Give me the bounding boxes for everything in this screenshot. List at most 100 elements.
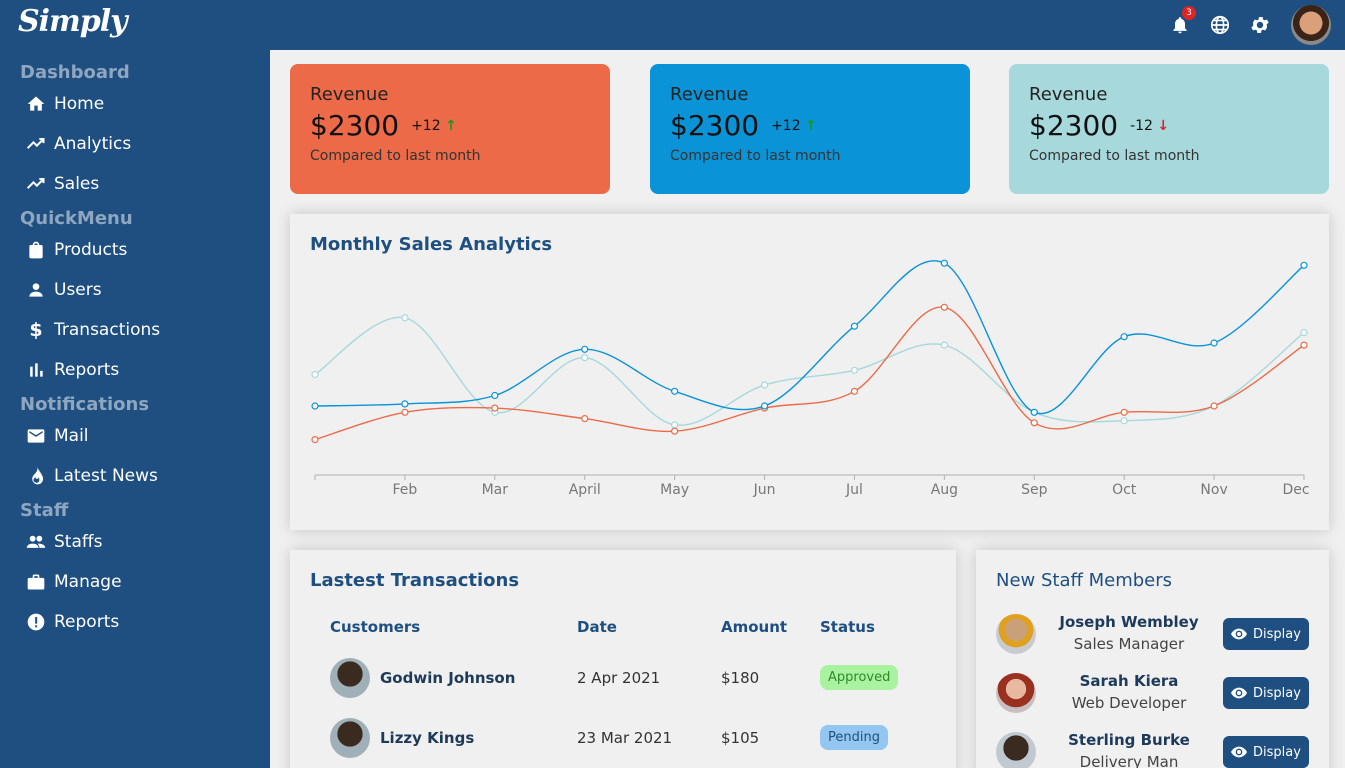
- x-tick-label: Jun: [753, 482, 776, 498]
- card-value: $2300: [310, 109, 400, 142]
- data-point[interactable]: [401, 314, 409, 322]
- transaction-date: 23 Mar 2021: [577, 729, 673, 747]
- data-point[interactable]: [1030, 408, 1038, 416]
- data-point[interactable]: [491, 391, 499, 400]
- data-point[interactable]: [940, 259, 948, 267]
- sales-line-chart: Feb Mar April May Jun Jul Aug Sep Oct Nov Dec: [311, 259, 1310, 498]
- data-point[interactable]: [401, 408, 409, 416]
- data-point[interactable]: [311, 370, 319, 379]
- data-point[interactable]: [581, 345, 589, 353]
- card-title: Revenue: [310, 84, 389, 105]
- settings-gear-icon[interactable]: [1249, 14, 1271, 36]
- dollar-icon: $: [29, 319, 43, 341]
- card-value: $2300: [1029, 109, 1119, 142]
- display-button[interactable]: Display: [1223, 677, 1309, 709]
- data-point[interactable]: [671, 427, 679, 435]
- customer-name: Lizzy Kings: [380, 729, 475, 747]
- person-icon: [26, 280, 46, 300]
- sidebar-item-staff-reports[interactable]: Reports: [26, 612, 119, 632]
- display-button[interactable]: Display: [1223, 618, 1309, 650]
- data-point[interactable]: [850, 387, 859, 395]
- data-point[interactable]: [581, 415, 589, 423]
- data-point[interactable]: [850, 366, 859, 374]
- data-point[interactable]: [401, 400, 409, 408]
- revenue-card: Revenue $2300 +12 ↑ Compared to last mon…: [650, 64, 970, 194]
- display-button-label: Display: [1253, 744, 1301, 760]
- data-point[interactable]: [760, 402, 769, 410]
- sidebar-item-manage[interactable]: Manage: [26, 572, 122, 592]
- transaction-amount: $180: [721, 669, 760, 687]
- sidebar-item-label: Mail: [54, 426, 89, 446]
- staff-avatar: [996, 673, 1036, 713]
- data-point[interactable]: [1300, 328, 1308, 337]
- header-status: Status: [820, 618, 875, 636]
- data-point[interactable]: [940, 341, 948, 349]
- card-compare: Compared to last month: [310, 148, 481, 164]
- sidebar-item-mail[interactable]: Mail: [26, 426, 89, 446]
- top-icons: 3: [1169, 5, 1331, 45]
- staff-name: Joseph Wembley: [1059, 613, 1199, 631]
- data-point[interactable]: [940, 303, 948, 311]
- sidebar-item-users[interactable]: Users: [26, 280, 102, 300]
- data-point[interactable]: [1210, 339, 1218, 347]
- top-bar: Simply 3: [0, 0, 1345, 50]
- data-point[interactable]: [1210, 402, 1218, 410]
- staff-role: Web Developer: [1071, 694, 1187, 712]
- sidebar-item-staffs[interactable]: Staffs: [26, 532, 102, 552]
- alert-icon: [26, 612, 46, 632]
- card-compare: Compared to last month: [1029, 148, 1200, 164]
- card-delta-value: +12: [411, 117, 441, 134]
- sidebar-item-transactions[interactable]: $ Transactions: [26, 319, 161, 341]
- card-delta: +12 ↑: [771, 118, 817, 134]
- globe-icon[interactable]: [1209, 14, 1231, 36]
- transactions-title: Lastest Transactions: [310, 570, 520, 591]
- staff-title: New Staff Members: [996, 570, 1173, 591]
- sidebar-item-home[interactable]: Home: [26, 94, 104, 114]
- sidebar-item-label: Sales: [54, 174, 100, 194]
- sidebar-item-label: Transactions: [54, 320, 161, 340]
- sidebar-section-quickmenu: QuickMenu: [20, 208, 133, 229]
- data-point[interactable]: [671, 387, 679, 395]
- data-point[interactable]: [311, 436, 319, 444]
- data-point[interactable]: [1030, 419, 1038, 427]
- data-point[interactable]: [850, 322, 859, 330]
- app-logo[interactable]: Simply: [18, 4, 128, 39]
- x-tick-label: Oct: [1112, 482, 1137, 498]
- notifications-icon[interactable]: 3: [1169, 6, 1196, 36]
- sidebar-item-products[interactable]: Products: [26, 240, 127, 260]
- sidebar-item-latest-news[interactable]: Latest News: [26, 466, 158, 486]
- user-avatar[interactable]: [1291, 5, 1331, 45]
- bag-icon: [26, 240, 46, 260]
- sidebar-item-label: Latest News: [54, 466, 158, 486]
- data-point[interactable]: [760, 381, 769, 389]
- data-point[interactable]: [1120, 408, 1128, 416]
- card-delta-value: +12: [771, 117, 801, 134]
- x-tick-label: Dec: [1282, 482, 1309, 498]
- card-value: $2300: [670, 109, 760, 142]
- transactions-panel: Lastest Transactions Customers Date Amou…: [290, 550, 956, 768]
- home-icon: [26, 94, 46, 114]
- x-tick-label: April: [569, 482, 601, 498]
- revenue-card: Revenue $2300 -12 ↓ Compared to last mon…: [1009, 64, 1329, 194]
- sidebar-item-analytics[interactable]: Analytics: [26, 134, 131, 154]
- data-point[interactable]: [1120, 417, 1128, 425]
- sidebar-item-reports[interactable]: Reports: [26, 360, 119, 380]
- data-point[interactable]: [311, 402, 319, 410]
- data-point[interactable]: [491, 404, 499, 412]
- eye-icon: [1231, 687, 1248, 699]
- transaction-amount: $105: [721, 729, 760, 747]
- flame-icon: [26, 466, 46, 486]
- sidebar-item-label: Manage: [54, 572, 122, 592]
- data-point[interactable]: [1300, 341, 1308, 349]
- display-button[interactable]: Display: [1223, 736, 1309, 768]
- sidebar-item-sales[interactable]: Sales: [26, 174, 99, 194]
- data-point[interactable]: [581, 354, 589, 362]
- customer-avatar: [330, 658, 370, 698]
- data-point[interactable]: [1120, 333, 1128, 341]
- data-point[interactable]: [671, 421, 679, 429]
- sidebar-item-label: Home: [54, 94, 105, 114]
- data-point[interactable]: [1300, 261, 1308, 269]
- arrow-up-icon: ↑: [445, 117, 457, 134]
- sidebar: Dashboard Home Analytics Sales QuickMenu…: [0, 50, 270, 768]
- card-compare: Compared to last month: [670, 148, 841, 164]
